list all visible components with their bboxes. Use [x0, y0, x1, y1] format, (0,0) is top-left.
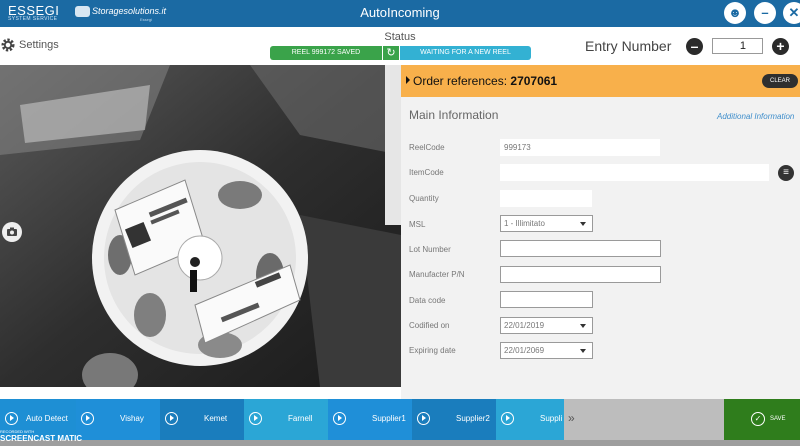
- play-icon: [417, 412, 430, 425]
- codified-on-date-picker[interactable]: 22/01/2019: [500, 317, 593, 334]
- itemcode-field[interactable]: [500, 164, 769, 181]
- quantity-field[interactable]: [500, 190, 592, 207]
- entry-number-input[interactable]: [712, 38, 763, 54]
- more-suppliers-icon[interactable]: »: [568, 411, 575, 425]
- refresh-button[interactable]: ↻: [382, 46, 399, 60]
- play-icon: [249, 412, 262, 425]
- status-waiting-badge: WAITING FOR A NEW REEL: [400, 46, 531, 60]
- camera-view: [0, 65, 401, 387]
- itemcode-add-button[interactable]: ≡: [778, 165, 794, 181]
- supplier-tab[interactable]: Farnell: [244, 399, 328, 440]
- supplier-tab[interactable]: Vishay: [76, 399, 160, 440]
- settings-label[interactable]: Settings: [19, 39, 59, 51]
- additional-information-link[interactable]: Additional Information: [717, 112, 794, 121]
- add-user-button[interactable]: ☻: [724, 2, 746, 24]
- reelcode-field[interactable]: 999173: [500, 139, 660, 156]
- order-references: Order references: 2707061: [413, 74, 557, 88]
- reelcode-label: ReelCode: [409, 143, 445, 152]
- play-icon: [5, 412, 18, 425]
- supplier-tab-label: Supplier2: [456, 414, 490, 423]
- play-icon: [81, 412, 94, 425]
- expiring-date-label: Expiring date: [409, 346, 456, 355]
- minus-icon: –: [690, 38, 699, 54]
- expand-arrow-icon[interactable]: [406, 76, 410, 84]
- storage-solutions-logo-icon: [75, 6, 90, 17]
- close-icon: ✕: [788, 5, 800, 20]
- main-information-heading: Main Information: [409, 108, 499, 122]
- status-title: Status: [384, 31, 416, 43]
- essegi-logo-subtitle: SYSTEM SERVICE: [8, 16, 58, 22]
- lot-number-field[interactable]: [500, 240, 661, 257]
- supplier-tab-label: Auto Detect: [26, 414, 68, 423]
- camera-capture-button[interactable]: [2, 222, 22, 242]
- itemcode-label: ItemCode: [409, 168, 444, 177]
- bottom-strip: [0, 440, 800, 446]
- storage-solutions-logo: Storagesolutions.it: [92, 6, 167, 16]
- refresh-icon: ↻: [386, 47, 396, 59]
- msl-select[interactable]: 1 - Illimitato: [500, 215, 593, 232]
- save-label: SAVE: [770, 416, 786, 422]
- play-icon: [165, 412, 178, 425]
- supplier-tab-label: Farnell: [288, 414, 313, 423]
- supplier-tab[interactable]: Suppli: [496, 399, 564, 440]
- supplier-tab[interactable]: Kemet: [160, 399, 244, 440]
- minimize-icon: –: [761, 5, 769, 20]
- play-icon: [333, 412, 346, 425]
- storage-solutions-logo-subtitle: Essegi: [140, 17, 153, 22]
- play-icon: [501, 412, 514, 425]
- order-references-label: Order references:: [413, 74, 508, 88]
- close-button[interactable]: ✕: [783, 2, 800, 24]
- window-title: AutoIncoming: [360, 5, 440, 20]
- data-code-field[interactable]: [500, 291, 593, 308]
- entry-number-label: Entry Number: [585, 38, 672, 54]
- manufacter-pn-label: Manufacter P/N: [409, 270, 465, 279]
- camera-icon: [7, 227, 17, 236]
- check-icon: ✓: [751, 412, 765, 426]
- entry-decrement-button[interactable]: –: [686, 38, 703, 55]
- order-number: 2707061: [510, 74, 558, 88]
- supplier-tab-label: Suppli: [540, 414, 563, 423]
- add-user-icon: ☻: [728, 5, 742, 20]
- app-window: ESSEGI SYSTEM SERVICE Storagesolutions.i…: [0, 0, 800, 446]
- supplier-tab-label: Supplier1: [372, 414, 406, 423]
- lot-number-label: Lot Number: [409, 245, 451, 254]
- data-code-label: Data code: [409, 296, 446, 305]
- quantity-label: Quantity: [409, 194, 439, 203]
- gear-icon[interactable]: [0, 37, 16, 53]
- manufacter-pn-field[interactable]: [500, 266, 661, 283]
- supplier-tab-label: Kemet: [204, 414, 228, 423]
- supplier-tab-label: Vishay: [120, 414, 144, 423]
- entry-increment-button[interactable]: +: [772, 38, 789, 55]
- supplier-tab[interactable]: Supplier2: [412, 399, 496, 440]
- camera-feed-image: [0, 65, 401, 387]
- status-saved-badge: REEL 999172 SAVED: [270, 46, 382, 60]
- minimize-button[interactable]: –: [754, 2, 776, 24]
- codified-on-label: Codified on: [409, 321, 450, 330]
- add-list-icon: ≡: [783, 167, 789, 178]
- msl-label: MSL: [409, 220, 426, 229]
- clear-button[interactable]: CLEAR: [762, 74, 798, 88]
- supplier-tab[interactable]: Supplier1: [328, 399, 412, 440]
- plus-icon: +: [776, 38, 785, 54]
- watermark-screencast: SCREENCAST MATIC: [0, 434, 83, 443]
- expiring-date-picker[interactable]: 22/01/2069: [500, 342, 593, 359]
